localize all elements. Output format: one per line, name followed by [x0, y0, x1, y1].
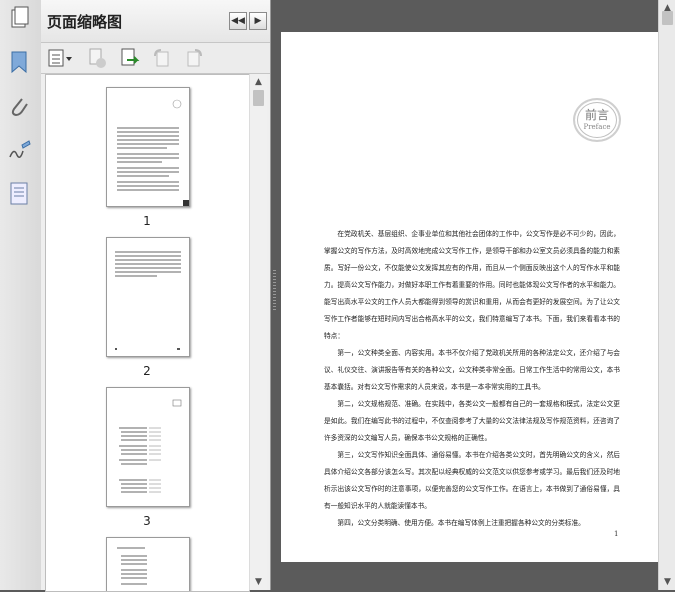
attachments-icon[interactable]: [5, 93, 33, 121]
scroll-thumb[interactable]: [253, 90, 264, 106]
panel-splitter[interactable]: [271, 0, 279, 590]
thumbnail-number: 3: [143, 514, 151, 528]
scroll-thumb[interactable]: [662, 11, 673, 25]
options-menu-icon[interactable]: [47, 47, 75, 69]
preface-seal: 前言 Preface: [573, 98, 621, 142]
thumbnail-page-2[interactable]: [106, 237, 190, 357]
document-scrollbar[interactable]: ▲ ▼: [658, 0, 675, 590]
paragraph: 第二，公文规格规范、准确。在实践中，各类公文一般都有自己的一套规格和模式，法定公…: [324, 400, 620, 442]
thumbnail-page-3-preview: [119, 399, 182, 493]
thumbnail-number: 1: [143, 214, 151, 228]
scroll-up-arrow[interactable]: ▲: [250, 74, 267, 90]
thumbnail-scrollbar[interactable]: ▲ ▼: [249, 74, 267, 590]
thumbnail-number: 2: [143, 364, 151, 378]
bookmarks-icon[interactable]: [5, 48, 33, 76]
thumbnail-list[interactable]: 1 2 3: [45, 74, 250, 592]
scroll-down-arrow[interactable]: ▼: [659, 574, 675, 590]
navigation-strip: [0, 0, 42, 590]
panel-arrow-button[interactable]: ▶: [249, 12, 267, 30]
panel-header: 页面缩略图 ◀◀ ▶: [41, 0, 270, 43]
insert-pages-icon[interactable]: [119, 47, 141, 69]
rotate-left-icon[interactable]: [151, 47, 173, 69]
page-thumbnails-panel: 页面缩略图 ◀◀ ▶ 1 2 3 ▲ ▼: [41, 0, 271, 592]
thumbnail-page-1-preview: [117, 99, 189, 206]
thumbnail-page-2-preview: [115, 251, 181, 350]
scroll-down-arrow[interactable]: ▼: [250, 574, 267, 590]
page-thumbnails-icon[interactable]: [5, 5, 33, 33]
panel-title: 页面缩略图: [47, 13, 123, 31]
preface-title: 前言: [584, 108, 609, 122]
preface-subtitle: Preface: [583, 123, 611, 131]
thumbnail-page-4[interactable]: [106, 537, 190, 591]
paragraph: 第四，公文分类明确、使用方便。本书在编写体例上注重把握各种公文的分类标准。: [337, 519, 585, 527]
document-page: 前言 Preface 在党政机关、基层组织、企事业单位和其他社会团体的工作中，公…: [281, 32, 658, 562]
thumbnail-toolbar: [41, 43, 270, 74]
delete-page-icon[interactable]: [86, 47, 108, 69]
rotate-right-icon[interactable]: [183, 47, 205, 69]
signatures-icon[interactable]: [5, 137, 33, 165]
layers-icon[interactable]: [5, 180, 33, 208]
paragraph: 第三，公文写作知识全面具体、通俗易懂。本书在介绍各类公文时，首先明确公文的含义，…: [324, 451, 620, 510]
collapse-panel-button[interactable]: ◀◀: [229, 12, 247, 30]
thumbnail-page-3[interactable]: [106, 387, 190, 507]
page-number: 1: [614, 530, 619, 538]
paragraph: 在党政机关、基层组织、企事业单位和其他社会团体的工作中，公文写作是必不可少的，因…: [324, 230, 620, 340]
document-body: 在党政机关、基层组织、企事业单位和其他社会团体的工作中，公文写作是必不可少的，因…: [324, 226, 620, 532]
thumbnail-page-4-preview: [117, 547, 147, 585]
thumbnail-page-1[interactable]: [106, 87, 190, 207]
paragraph: 第一，公文种类全面、内容实用。本书不仅介绍了党政机关所用的各种法定公文，还介绍了…: [324, 349, 620, 391]
